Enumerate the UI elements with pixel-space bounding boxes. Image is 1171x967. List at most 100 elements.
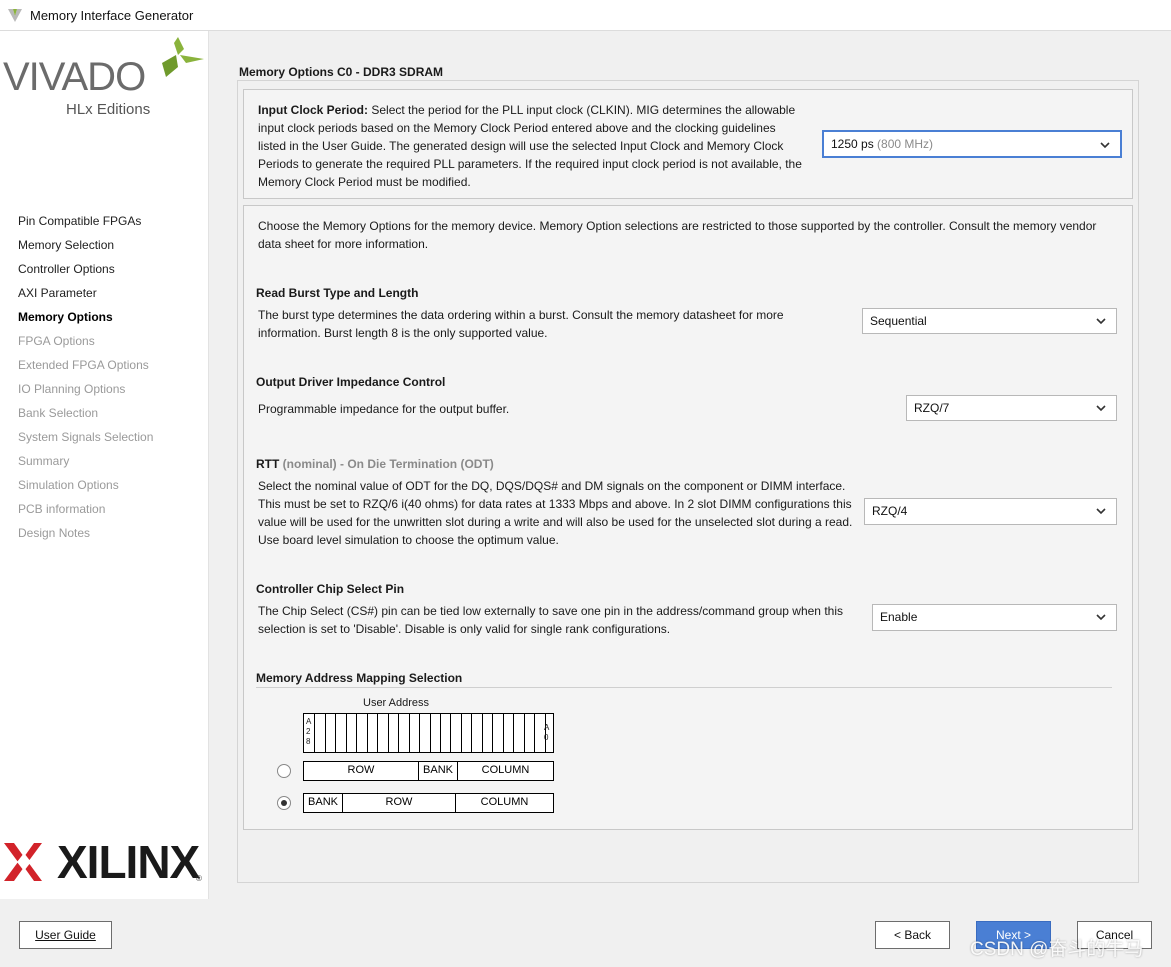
chevron-down-icon — [1096, 318, 1106, 325]
address-bit-divider — [345, 714, 347, 752]
mapping-field-row: ROW — [342, 793, 456, 813]
user-guide-button[interactable]: User Guide — [19, 921, 112, 949]
burst-title: Read Burst Type and Length — [256, 286, 419, 300]
rtt-title-main: RTT — [256, 457, 280, 471]
xilinx-logo-icon — [4, 843, 42, 881]
vivado-logo-icon — [162, 37, 204, 77]
address-bit-divider — [534, 714, 536, 752]
odic-description: Programmable impedance for the output bu… — [258, 402, 510, 416]
nav-item-fpga-options: FPGA Options — [18, 334, 95, 348]
chip-select-value: Enable — [880, 610, 918, 624]
mapping-option-bank-row-column-radio[interactable] — [277, 796, 291, 810]
read-burst-dropdown[interactable]: Sequential — [862, 308, 1117, 334]
mapping-option-row-bank-column[interactable]: ROW BANK COLUMN — [303, 761, 554, 781]
address-bit-char: 0 — [544, 733, 549, 742]
mapping-field-row: ROW — [303, 761, 419, 781]
burst-description: The burst type determines the data order… — [258, 308, 784, 340]
address-bit-divider — [377, 714, 379, 752]
output-driver-impedance-dropdown[interactable]: RZQ/7 — [906, 395, 1117, 421]
chevron-down-icon — [1100, 142, 1110, 149]
left-panel: VIVADO HLx Editions Pin Compatible FPGAs… — [0, 31, 209, 899]
mapping-field-column: COLUMN — [457, 761, 554, 781]
user-address-bits: A28A0 — [303, 713, 554, 753]
chevron-down-icon — [1096, 508, 1106, 515]
rtt-title-suffix: (nominal) - On Die Termination (ODT) — [282, 457, 494, 471]
rtt-title: RTT (nominal) - On Die Termination (ODT) — [256, 457, 494, 471]
chip-select-title: Controller Chip Select Pin — [256, 582, 405, 596]
rtt-dropdown[interactable]: RZQ/4 — [864, 498, 1117, 525]
memory-options-section: Choose the Memory Options for the memory… — [243, 205, 1133, 830]
address-bit-char: 2 — [306, 727, 311, 736]
address-bit-divider — [460, 714, 462, 752]
address-bit-divider — [387, 714, 389, 752]
chevron-down-icon — [1096, 614, 1106, 621]
address-bit-char: 8 — [306, 737, 311, 746]
input-clock-label: Input Clock Period: — [258, 103, 369, 117]
address-bit-divider — [502, 714, 504, 752]
nav-item-controller-options[interactable]: Controller Options — [18, 262, 115, 276]
mapping-option-bank-row-column[interactable]: BANK ROW COLUMN — [303, 793, 554, 813]
address-bit-divider — [523, 714, 525, 752]
nav-item-system-signals-selection: System Signals Selection — [18, 430, 154, 444]
chip-select-dropdown[interactable]: Enable — [872, 604, 1117, 631]
address-bit-divider — [471, 714, 473, 752]
registered-mark: ® — [196, 874, 202, 883]
nav-item-axi-parameter[interactable]: AXI Parameter — [18, 286, 97, 300]
watermark: CSDN @奋斗的牛马 — [970, 939, 1144, 960]
odic-value: RZQ/7 — [914, 401, 950, 415]
address-bit-divider — [492, 714, 494, 752]
nav-item-memory-options[interactable]: Memory Options — [18, 310, 113, 324]
address-bit-char: A — [306, 717, 312, 726]
nav-item-extended-fpga-options: Extended FPGA Options — [18, 358, 149, 372]
window-title: Memory Interface Generator — [30, 8, 194, 23]
page-title: Memory Options C0 - DDR3 SDRAM — [239, 65, 444, 79]
nav-item-bank-selection: Bank Selection — [18, 406, 99, 420]
memory-options-intro: Choose the Memory Options for the memory… — [258, 219, 1097, 251]
chip-select-description: The Chip Select (CS#) pin can be tied lo… — [258, 604, 843, 636]
mapping-title: Memory Address Mapping Selection — [256, 671, 463, 685]
back-label: < Back — [893, 928, 932, 942]
title-bar: Memory Interface Generator — [0, 0, 1171, 31]
mapping-field-bank: BANK — [303, 793, 343, 813]
address-bit-divider — [335, 714, 337, 752]
input-clock-hint: (800 MHz) — [877, 137, 934, 151]
nav-item-pin-compatible-fpgas[interactable]: Pin Compatible FPGAs — [18, 214, 141, 228]
nav-item-simulation-options: Simulation Options — [18, 478, 119, 492]
address-bit-divider — [481, 714, 483, 752]
xilinx-logo-text: XILINX — [57, 836, 200, 888]
input-clock-description: Input Clock Period: Select the period fo… — [258, 101, 803, 191]
address-bit-divider — [356, 714, 358, 752]
nav-item-memory-selection[interactable]: Memory Selection — [18, 238, 114, 252]
address-bit-char: A — [544, 723, 550, 732]
input-clock-value: 1250 ps — [831, 137, 874, 151]
address-bit-divider — [314, 714, 316, 752]
mapping-field-bank: BANK — [418, 761, 458, 781]
vivado-logo-text: VIVADO — [3, 55, 146, 99]
address-bit-divider — [398, 714, 400, 752]
vivado-app-icon — [8, 9, 22, 22]
chevron-down-icon — [1096, 405, 1106, 412]
hlx-editions-label: HLx Editions — [66, 101, 151, 118]
mapping-option-row-bank-column-radio[interactable] — [277, 764, 291, 778]
odic-title: Output Driver Impedance Control — [256, 375, 446, 389]
address-bit-divider — [324, 714, 326, 752]
address-bit-divider — [450, 714, 452, 752]
input-clock-period-dropdown[interactable]: 1250 ps (800 MHz) — [822, 130, 1122, 158]
mapping-field-column: COLUMN — [455, 793, 554, 813]
user-guide-label: User Guide — [35, 928, 96, 942]
user-address-label: User Address — [363, 697, 430, 709]
nav-item-io-planning-options: IO Planning Options — [18, 382, 126, 396]
address-bit-divider — [513, 714, 515, 752]
address-bit-divider — [408, 714, 410, 752]
address-bit-divider — [429, 714, 431, 752]
nav-item-design-notes: Design Notes — [18, 526, 91, 540]
rtt-description: Select the nominal value of ODT for the … — [258, 479, 853, 547]
input-clock-section: Input Clock Period: Select the period fo… — [243, 89, 1133, 199]
rtt-value: RZQ/4 — [872, 504, 908, 518]
nav-item-summary: Summary — [18, 454, 70, 468]
mapping-divider — [256, 687, 1112, 688]
address-bit-divider — [419, 714, 421, 752]
read-burst-value: Sequential — [870, 314, 927, 328]
address-bit-divider — [439, 714, 441, 752]
back-button[interactable]: < Back — [875, 921, 950, 949]
